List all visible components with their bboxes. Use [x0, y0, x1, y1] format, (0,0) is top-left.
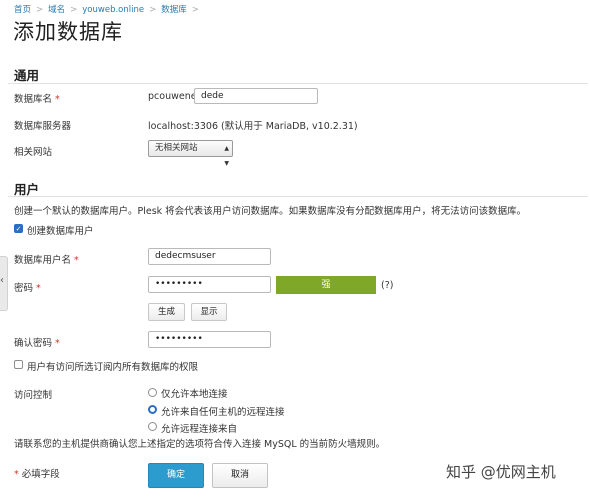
checkmark-icon: ✓	[15, 225, 22, 233]
firewall-note: 请联系您的主机提供商确认您上述指定的选项符合传入连接 MySQL 的当前防火墙规…	[14, 439, 386, 450]
divider	[8, 196, 588, 197]
breadcrumb-home[interactable]: 首页	[14, 5, 31, 15]
show-password-button[interactable]: 显示	[191, 303, 227, 321]
breadcrumb-databases[interactable]: 数据库	[161, 5, 187, 15]
db-server-value: localhost:3306 (默认用于 MariaDB, v10.2.31)	[148, 121, 358, 132]
breadcrumb-domains[interactable]: 域名	[48, 5, 65, 15]
dropdown-arrow-icon: ▲ ▼	[224, 145, 229, 167]
password-strength-meter: 强	[276, 276, 376, 294]
side-panel-toggle[interactable]: ‹	[0, 256, 8, 311]
breadcrumb-separator-icon: >	[191, 5, 199, 15]
breadcrumb-domain[interactable]: youweb.online	[82, 5, 144, 15]
access-local-label: 仅允许本地连接	[161, 389, 228, 400]
access-any-host-radio[interactable]	[148, 405, 157, 414]
required-mark: *	[14, 469, 19, 480]
password-strength-fill: 强	[276, 276, 376, 294]
required-mark: *	[74, 255, 79, 266]
required-fields-note: * 必填字段	[14, 469, 60, 480]
breadcrumb-separator-icon: >	[149, 5, 157, 15]
required-mark: *	[36, 283, 41, 294]
create-user-label: 创建数据库用户	[27, 226, 94, 237]
password-help-icon[interactable]: (?)	[381, 280, 393, 291]
breadcrumb-separator-icon: >	[36, 5, 44, 15]
access-from-hosts-radio[interactable]	[148, 422, 157, 431]
generate-password-button[interactable]: 生成	[148, 303, 185, 321]
related-site-selected-value: 无相关网站	[155, 143, 198, 153]
divider	[8, 83, 588, 84]
related-site-select[interactable]: 无相关网站 ▲ ▼	[148, 140, 233, 167]
access-any-host-label: 允许来自任何主机的远程连接	[161, 407, 285, 418]
breadcrumb: 首页 > 域名 > youweb.online > 数据库 >	[14, 3, 204, 15]
db-name-input[interactable]: dede	[194, 88, 318, 104]
chevron-left-icon: ‹	[0, 275, 4, 286]
db-username-input[interactable]: dedecmsuser	[148, 248, 271, 265]
password-input[interactable]: •••••••••	[148, 276, 271, 293]
watermark: 知乎 @优网主机	[446, 463, 556, 481]
access-local-radio[interactable]	[148, 388, 157, 397]
access-from-hosts-label: 允许远程连接来自	[161, 424, 238, 435]
password-strength-label: 强	[321, 280, 331, 290]
page-title: 添加数据库	[13, 20, 123, 44]
breadcrumb-separator-icon: >	[70, 5, 78, 15]
access-control-label: 访问控制	[14, 390, 53, 401]
related-site-label: 相关网站	[14, 147, 53, 158]
required-mark: *	[55, 94, 60, 105]
create-user-checkbox[interactable]: ✓	[14, 224, 23, 233]
db-username-label: 数据库用户名 *	[14, 255, 79, 266]
user-description: 创建一个默认的数据库用户。Plesk 将会代表该用户访问数据库。如果数据库没有分…	[14, 206, 527, 217]
db-name-label: 数据库名 *	[14, 94, 60, 105]
all-databases-access-label: 用户有访问所选订阅内所有数据库的权限	[27, 362, 199, 373]
db-server-label: 数据库服务器	[14, 121, 72, 132]
ok-button[interactable]: 确定	[148, 463, 204, 488]
confirm-password-input[interactable]: •••••••••	[148, 331, 271, 348]
section-title-general: 通用	[14, 68, 40, 83]
all-databases-access-checkbox[interactable]	[14, 360, 23, 369]
password-label: 密码 *	[14, 283, 41, 294]
confirm-password-label: 确认密码 *	[14, 338, 60, 349]
cancel-button[interactable]: 取消	[212, 463, 268, 488]
required-mark: *	[55, 338, 60, 349]
